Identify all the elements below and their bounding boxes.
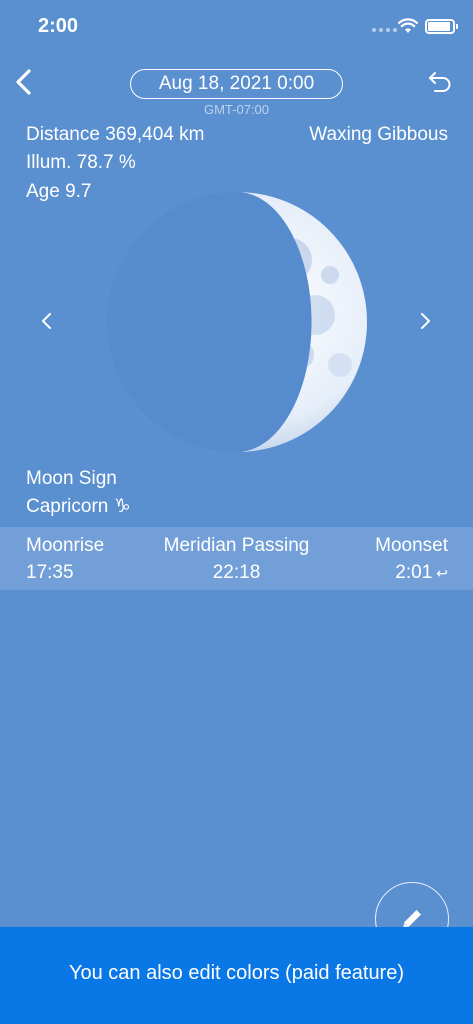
status-time: 2:00: [38, 15, 79, 37]
phase-name: Waxing Gibbous: [309, 124, 448, 145]
cellular-signal-icon: [372, 28, 397, 32]
battery-icon: [425, 19, 458, 34]
rise-set-panel: Moonrise 17:35 Meridian Passing 22:18 Mo…: [0, 527, 473, 590]
next-day-icon: ↩: [436, 565, 448, 581]
date-picker-button[interactable]: Aug 18, 2021 0:00: [130, 69, 343, 99]
age-text: Age 9.7: [26, 181, 92, 202]
date-text: Aug 18, 2021 0:00: [158, 73, 315, 94]
moonset-time: 2:01: [395, 562, 433, 583]
moonset-row: 2:01 ↩: [395, 562, 448, 584]
chevron-right-icon: [421, 313, 430, 329]
undo-arrow-icon: [429, 72, 451, 92]
banner-text: You can also edit colors (paid feature): [68, 962, 405, 984]
previous-day-button[interactable]: [32, 306, 62, 336]
status-bar: 2:00: [0, 0, 473, 56]
reset-date-button[interactable]: [424, 66, 456, 98]
chevron-left-icon: [42, 313, 51, 329]
timezone-label: GMT-07:00: [203, 102, 270, 117]
chevron-left-icon: [16, 69, 31, 95]
moon-image[interactable]: [100, 190, 370, 454]
wifi-icon: [398, 18, 418, 33]
back-button[interactable]: [6, 64, 42, 100]
illumination-text: Illum. 78.7 %: [26, 152, 136, 173]
distance-text: Distance 369,404 km: [26, 124, 205, 145]
moonset-label: Moonset: [375, 535, 448, 556]
info-banner[interactable]: You can also edit colors (paid feature): [0, 927, 473, 1024]
next-day-button[interactable]: [410, 306, 440, 336]
moon-sign-label: Moon Sign: [26, 468, 117, 489]
moon-sign-value: Capricorn ♑︎: [26, 496, 131, 517]
